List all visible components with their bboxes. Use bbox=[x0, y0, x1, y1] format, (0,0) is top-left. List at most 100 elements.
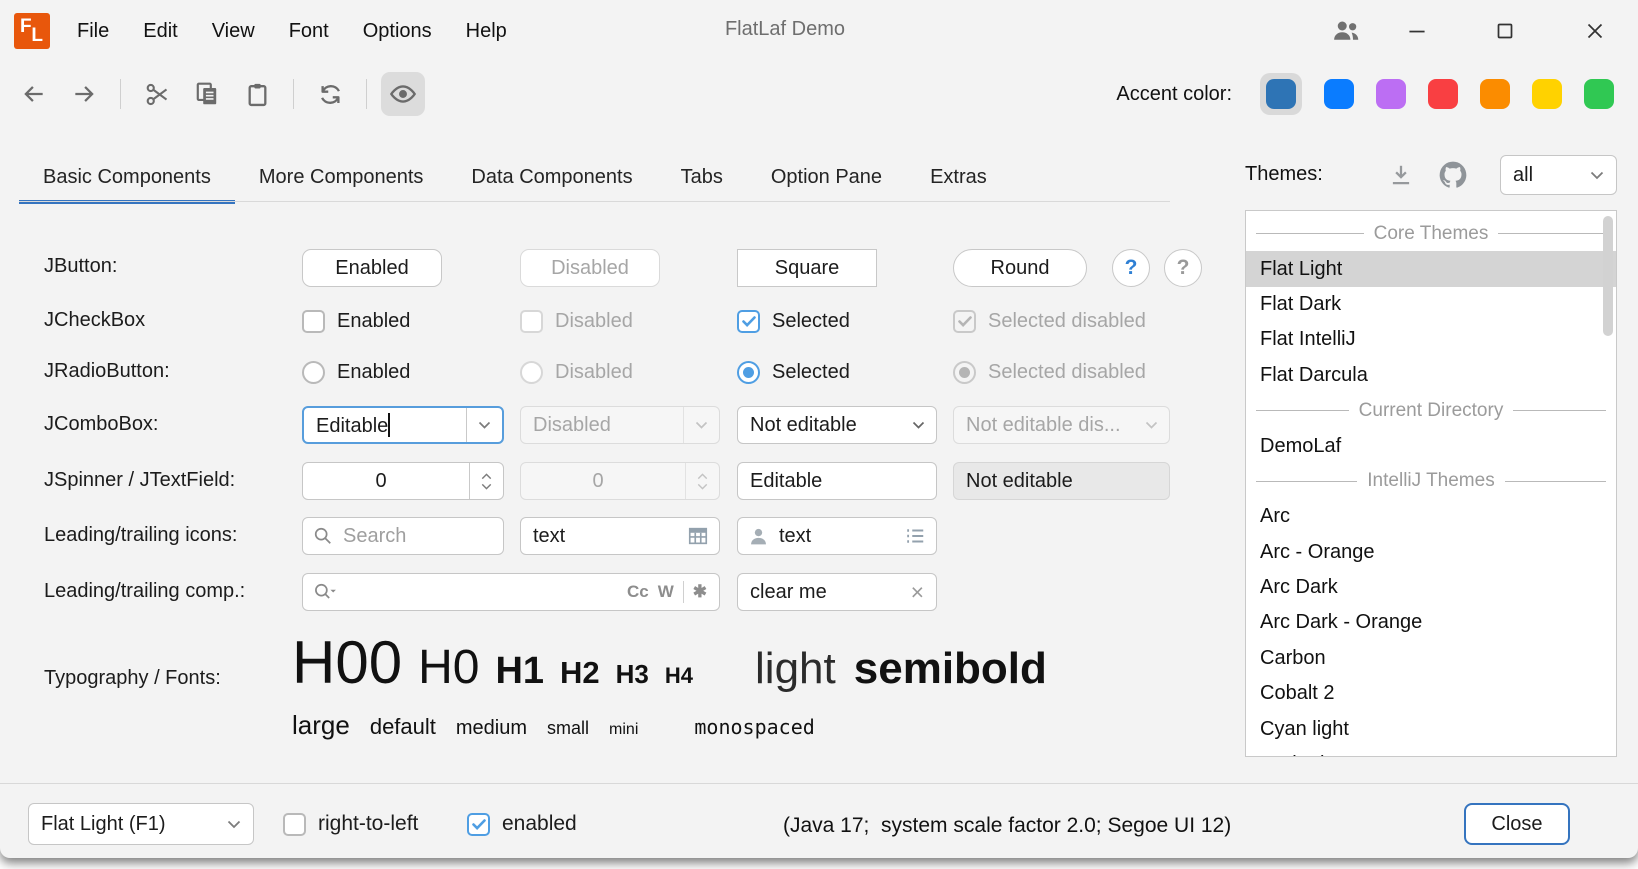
typography-sizes: large default medium small mini monospac… bbox=[292, 710, 815, 741]
theme-item-flat-dark[interactable]: Flat Dark bbox=[1246, 287, 1616, 322]
combobox-arrow-button[interactable] bbox=[900, 407, 936, 443]
checkbox-enabled[interactable]: Enabled bbox=[302, 308, 410, 334]
theme-item-arc-orange[interactable]: Arc - Orange bbox=[1246, 535, 1616, 570]
theme-list-scrollbar[interactable] bbox=[1603, 216, 1613, 336]
refresh-button[interactable] bbox=[308, 72, 352, 116]
textfield-value: Editable bbox=[738, 470, 822, 493]
laf-combobox[interactable]: Flat Light (F1) bbox=[28, 803, 254, 845]
theme-item-flat-intellij[interactable]: Flat IntelliJ bbox=[1246, 322, 1616, 357]
menu-edit[interactable]: Edit bbox=[126, 0, 194, 62]
right-to-left-checkbox[interactable]: right-to-left bbox=[283, 811, 418, 837]
search-field-with-options[interactable]: Cc W ✱ bbox=[302, 573, 720, 611]
tab-basic-components[interactable]: Basic Components bbox=[19, 152, 235, 202]
theme-item-flat-darcula[interactable]: Flat Darcula bbox=[1246, 358, 1616, 393]
accent-swatch-red[interactable] bbox=[1428, 79, 1458, 109]
round-button[interactable]: Round bbox=[953, 249, 1087, 287]
calendar-grid-icon[interactable] bbox=[687, 525, 709, 547]
enabled-button[interactable]: Enabled bbox=[302, 249, 442, 287]
window-title: FlatLaf Demo bbox=[619, 18, 951, 41]
logo-letter-f: F bbox=[20, 16, 32, 38]
search-with-dropdown-icon[interactable] bbox=[313, 582, 337, 602]
users-button[interactable] bbox=[1324, 9, 1368, 53]
accent-swatch-bright-blue[interactable] bbox=[1324, 79, 1354, 109]
checkbox-label: Selected bbox=[772, 310, 850, 333]
spinner-buttons[interactable] bbox=[469, 463, 503, 499]
menu-file[interactable]: File bbox=[60, 0, 126, 62]
minimize-button[interactable] bbox=[1395, 9, 1439, 53]
theme-item-arc-dark[interactable]: Arc Dark bbox=[1246, 570, 1616, 605]
theme-item-demolaf[interactable]: DemoLaf bbox=[1246, 428, 1616, 463]
checkbox-selected-disabled: Selected disabled bbox=[953, 308, 1146, 334]
theme-separator: Core Themes bbox=[1246, 216, 1616, 251]
tab-more-components[interactable]: More Components bbox=[235, 152, 448, 202]
accent-swatch-blue-default[interactable] bbox=[1266, 79, 1296, 109]
sample-large: large bbox=[292, 710, 350, 741]
theme-item-arc-dark-orange[interactable]: Arc Dark - Orange bbox=[1246, 605, 1616, 640]
theme-item-cyan-light[interactable]: Cyan light bbox=[1246, 711, 1616, 746]
clear-icon[interactable]: × bbox=[911, 579, 924, 606]
spinner-value: 0 bbox=[592, 470, 613, 493]
accent-swatch-green[interactable] bbox=[1584, 79, 1614, 109]
radio-enabled[interactable]: Enabled bbox=[302, 359, 410, 385]
forward-button[interactable] bbox=[62, 72, 106, 116]
radio-selected-icon bbox=[737, 361, 760, 384]
download-themes-button[interactable] bbox=[1384, 158, 1418, 192]
accent-swatch-orange[interactable] bbox=[1480, 79, 1510, 109]
radio-selected[interactable]: Selected bbox=[737, 359, 850, 385]
theme-item-carbon[interactable]: Carbon bbox=[1246, 641, 1616, 676]
combobox-editable[interactable]: Editable bbox=[302, 406, 504, 444]
search-field[interactable]: Search bbox=[302, 517, 504, 555]
back-button[interactable] bbox=[12, 72, 56, 116]
menu-font[interactable]: Font bbox=[272, 0, 346, 62]
toolbar-separator bbox=[293, 79, 294, 109]
whole-word-toggle[interactable]: W bbox=[658, 582, 674, 602]
help-button-enabled[interactable]: ? bbox=[1112, 249, 1150, 287]
menu-options[interactable]: Options bbox=[346, 0, 449, 62]
tab-data-components[interactable]: Data Components bbox=[447, 152, 656, 202]
combobox-arrow-button[interactable] bbox=[466, 408, 502, 442]
theme-item-flat-light[interactable]: Flat Light bbox=[1246, 251, 1616, 286]
match-case-toggle[interactable]: Cc bbox=[627, 582, 649, 602]
theme-item-arc[interactable]: Arc bbox=[1246, 499, 1616, 534]
maximize-button[interactable] bbox=[1483, 9, 1527, 53]
sample-h2: H2 bbox=[560, 655, 600, 691]
spinner-enabled[interactable]: 0 bbox=[302, 462, 504, 500]
square-button[interactable]: Square bbox=[737, 249, 877, 287]
list-icon[interactable] bbox=[904, 525, 926, 547]
accent-swatch-yellow[interactable] bbox=[1532, 79, 1562, 109]
textfield-with-user-icon[interactable]: text bbox=[737, 517, 937, 555]
combobox-not-editable-disabled: Not editable dis... bbox=[953, 406, 1170, 444]
menu-help[interactable]: Help bbox=[449, 0, 524, 62]
textfield-with-calendar-icon[interactable]: text bbox=[520, 517, 720, 555]
chevron-down-icon bbox=[912, 421, 925, 429]
close-window-button[interactable] bbox=[1573, 9, 1617, 53]
cut-button[interactable] bbox=[135, 72, 179, 116]
typography-headings: H00 H0 H1 H2 H3 H4 light semibold bbox=[292, 628, 1047, 697]
main-tabbar: Basic Components More Components Data Co… bbox=[19, 152, 1011, 202]
text-caret bbox=[388, 413, 390, 437]
tab-option-pane[interactable]: Option Pane bbox=[747, 152, 906, 202]
regex-toggle[interactable]: ✱ bbox=[693, 582, 707, 602]
combobox-not-editable[interactable]: Not editable bbox=[737, 406, 937, 444]
tab-extras[interactable]: Extras bbox=[906, 152, 1011, 202]
copy-button[interactable] bbox=[185, 72, 229, 116]
textfield-editable[interactable]: Editable bbox=[737, 462, 937, 500]
enabled-checkbox[interactable]: enabled bbox=[467, 811, 577, 837]
checkbox-selected[interactable]: Selected bbox=[737, 308, 850, 334]
accent-swatch-purple[interactable] bbox=[1376, 79, 1406, 109]
themes-filter-combobox[interactable]: all bbox=[1500, 155, 1617, 195]
close-button[interactable]: Close bbox=[1464, 803, 1570, 845]
chevron-down-icon bbox=[697, 483, 708, 490]
clearable-field[interactable]: clear me × bbox=[737, 573, 937, 611]
chevron-up-icon bbox=[481, 473, 492, 480]
download-icon bbox=[1388, 162, 1414, 188]
tab-tabs[interactable]: Tabs bbox=[657, 152, 747, 202]
menu-view[interactable]: View bbox=[195, 0, 272, 62]
theme-item-dark-flat[interactable]: Dark Flat bbox=[1246, 747, 1616, 757]
github-button[interactable] bbox=[1436, 158, 1470, 192]
show-hidden-toggle[interactable] bbox=[381, 72, 425, 116]
paste-button[interactable] bbox=[235, 72, 279, 116]
logo-letter-l: L bbox=[31, 25, 43, 47]
theme-item-cobalt-2[interactable]: Cobalt 2 bbox=[1246, 676, 1616, 711]
refresh-icon bbox=[317, 81, 344, 108]
